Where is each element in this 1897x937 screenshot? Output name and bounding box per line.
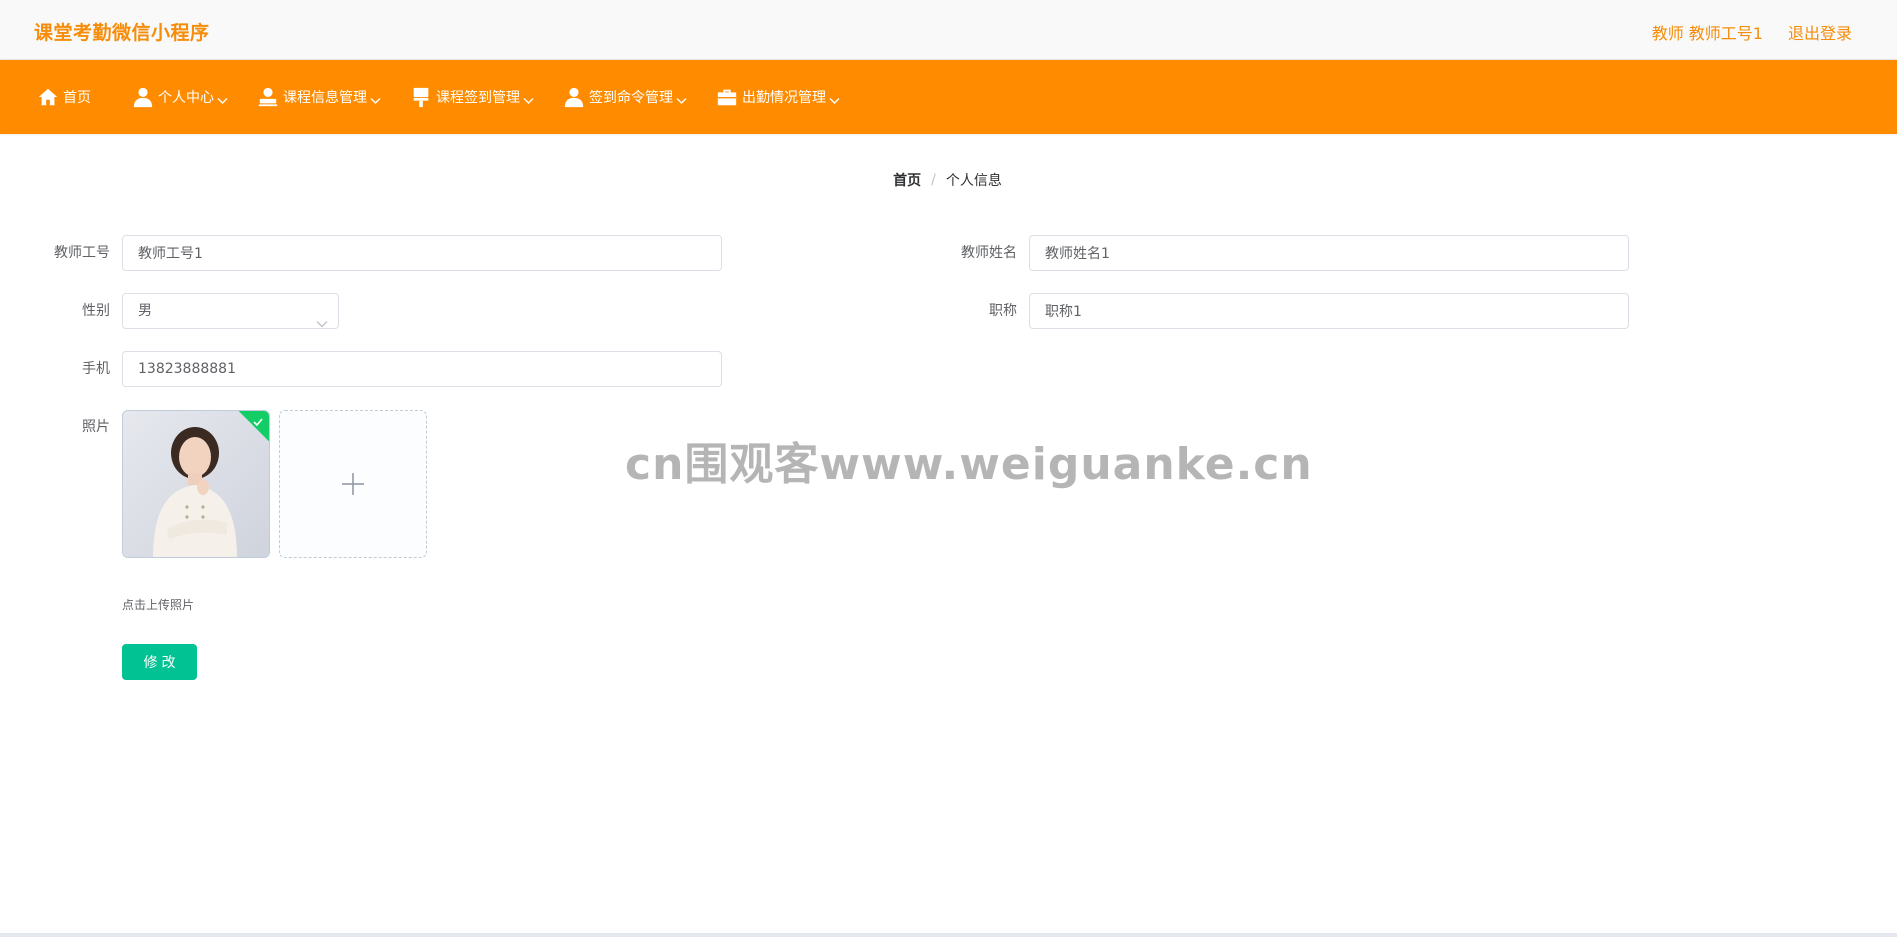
nav-item-label: 首页: [63, 90, 91, 106]
chevron-down-icon: [316, 307, 328, 328]
home-icon: [36, 85, 60, 109]
chevron-down-icon: [370, 93, 381, 104]
brush-icon: [409, 85, 433, 109]
check-icon: [252, 413, 266, 427]
chevron-down-icon: [217, 93, 228, 104]
job-title-input[interactable]: [1029, 293, 1629, 329]
user-icon: [131, 85, 155, 109]
phone-input[interactable]: [122, 351, 722, 387]
watermark-text: cn围观客www.weiguanke.cn: [625, 439, 1313, 490]
header-user-area: 教师 教师工号1 退出登录: [1652, 20, 1852, 44]
stamp-icon: [256, 85, 280, 109]
breadcrumb-separator: /: [931, 172, 936, 188]
chevron-down-icon: [523, 93, 534, 104]
teacher-id-input[interactable]: [122, 235, 722, 271]
teacher-photo-image: [123, 411, 269, 557]
breadcrumb: 首页 / 个人信息: [0, 170, 1897, 190]
chevron-down-icon: [829, 93, 840, 104]
submit-button[interactable]: 修改: [122, 644, 197, 680]
uploaded-photo-thumbnail[interactable]: [122, 410, 270, 558]
breadcrumb-current: 个人信息: [945, 173, 1002, 189]
user-icon: [562, 85, 586, 109]
top-header: 课堂考勤微信小程序 教师 教师工号1 退出登录: [0, 0, 1897, 60]
job-title-label: 职称: [989, 303, 1017, 319]
briefcase-icon: [715, 85, 739, 109]
teacher-id-label: 教师工号: [54, 245, 110, 261]
nav-item-personal-center[interactable]: 个人中心: [131, 60, 228, 134]
upload-tip: 点击上传照片: [122, 598, 195, 612]
nav-item-label: 出勤情况管理: [742, 90, 826, 106]
nav-item-course-checkin[interactable]: 课程签到管理: [409, 60, 534, 134]
chevron-down-icon: [676, 93, 687, 104]
app-title: 课堂考勤微信小程序: [34, 22, 210, 44]
gender-label: 性别: [82, 303, 110, 319]
teacher-name-label: 教师姓名: [961, 245, 1017, 261]
nav-item-label: 课程信息管理: [283, 90, 367, 106]
nav-item-label: 个人中心: [158, 90, 214, 106]
teacher-name-input[interactable]: [1029, 235, 1629, 271]
gender-select[interactable]: 男: [122, 293, 339, 329]
logout-link[interactable]: 退出登录: [1788, 20, 1852, 44]
current-user-label: 教师 教师工号1: [1651, 24, 1763, 43]
nav-item-label: 签到命令管理: [589, 90, 673, 106]
main-nav: 首页 个人中心 课程信息管理 课程签到管理 签到命令管理 出勤情况管理: [0, 60, 1897, 134]
phone-label: 手机: [82, 361, 110, 377]
nav-item-attendance[interactable]: 出勤情况管理: [715, 60, 840, 134]
photo-label: 照片: [82, 419, 110, 435]
plus-icon: [342, 473, 364, 495]
gender-select-value: 男: [138, 303, 152, 319]
upload-photo-button[interactable]: [279, 410, 427, 558]
nav-item-checkin-command[interactable]: 签到命令管理: [562, 60, 687, 134]
nav-item-course-info[interactable]: 课程信息管理: [256, 60, 381, 134]
nav-item-label: 课程签到管理: [436, 90, 520, 106]
nav-item-home[interactable]: 首页: [36, 60, 91, 134]
bottom-border: [0, 933, 1897, 937]
breadcrumb-home-link[interactable]: 首页: [893, 170, 921, 190]
